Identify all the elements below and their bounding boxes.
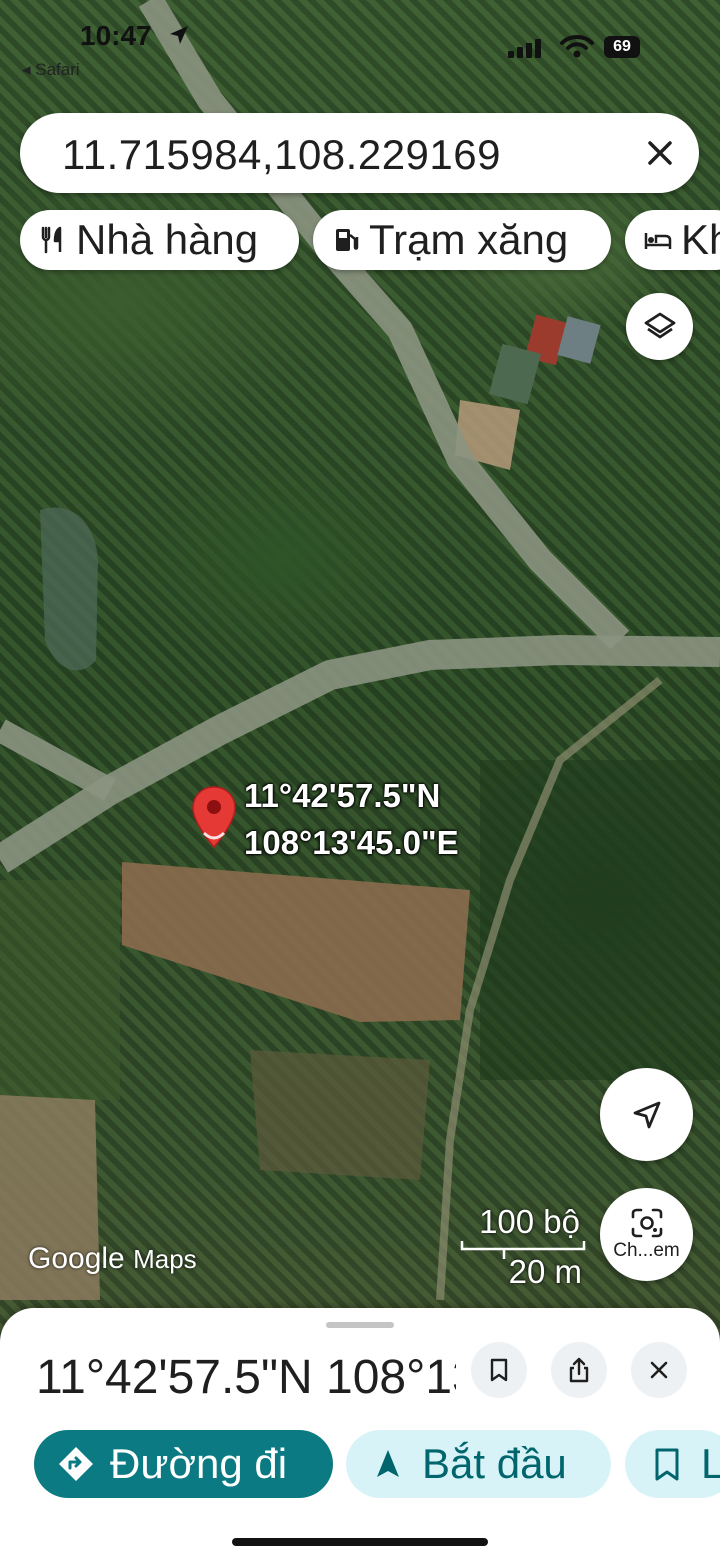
home-indicator[interactable] bbox=[232, 1538, 488, 1546]
fork-knife-icon bbox=[41, 226, 62, 254]
chip-restaurants[interactable]: Nhà hàng bbox=[20, 210, 299, 270]
close-icon bbox=[650, 1361, 668, 1379]
save-place-button[interactable]: Lưu bbox=[625, 1430, 720, 1498]
battery-indicator: 69 bbox=[604, 36, 640, 58]
drag-handle[interactable] bbox=[326, 1322, 394, 1328]
chip-gas-stations[interactable]: Trạm xăng bbox=[313, 210, 611, 270]
search-input[interactable]: 11.715984,108.229169 bbox=[62, 131, 501, 179]
directions-button[interactable]: Đường đi bbox=[34, 1430, 333, 1498]
bed-icon bbox=[644, 233, 672, 249]
directions-icon bbox=[59, 1447, 93, 1481]
camera-search-icon bbox=[631, 1208, 662, 1237]
my-location-button[interactable] bbox=[600, 1068, 693, 1161]
close-sheet-button[interactable] bbox=[631, 1342, 687, 1398]
search-bar[interactable]: 11.715984,108.229169 bbox=[20, 113, 699, 193]
chip-label: Khách sạn bbox=[681, 216, 720, 263]
pin-coordinates-label: 11°42'57.5"N 108°13'45.0"E bbox=[244, 772, 459, 866]
layers-button[interactable] bbox=[626, 293, 693, 360]
scale-imperial: 100 bộ bbox=[479, 1203, 580, 1240]
watermark-google: Google bbox=[28, 1242, 125, 1275]
close-icon[interactable] bbox=[640, 133, 680, 173]
share-button[interactable] bbox=[551, 1342, 607, 1398]
chip-hotels[interactable]: Khách sạn bbox=[625, 210, 720, 270]
save-icon-button[interactable] bbox=[471, 1342, 527, 1398]
chip-label: Nhà hàng bbox=[76, 216, 259, 263]
start-navigation-button[interactable]: Bắt đầu bbox=[346, 1430, 611, 1498]
scale-metric: 20 m bbox=[508, 1253, 582, 1290]
back-to-safari-link[interactable]: ◂ Safari bbox=[22, 60, 80, 80]
start-label: Bắt đầu bbox=[422, 1440, 567, 1487]
chip-label: Trạm xăng bbox=[369, 216, 569, 263]
map-scale: 100 bộ 20 m bbox=[460, 1203, 590, 1291]
cellular-signal-icon bbox=[508, 39, 541, 58]
place-bottom-sheet[interactable]: 11°42'57.5"N 108°13'45.0"E Đường đi Bắt … bbox=[0, 1308, 720, 1560]
bookmark-icon bbox=[655, 1448, 679, 1481]
google-maps-watermark: Google Maps bbox=[28, 1242, 197, 1276]
lens-label: Ch...em bbox=[613, 1239, 680, 1261]
share-icon bbox=[569, 1357, 589, 1383]
lens-button[interactable]: Ch...em bbox=[600, 1188, 693, 1281]
bookmark-icon bbox=[490, 1358, 508, 1382]
pin-longitude: 108°13'45.0"E bbox=[244, 824, 459, 861]
pin-latitude: 11°42'57.5"N bbox=[244, 777, 441, 814]
save-label: Lưu bbox=[701, 1440, 720, 1487]
wifi-icon bbox=[560, 35, 594, 58]
navigation-arrow-icon bbox=[633, 1101, 660, 1128]
gas-pump-icon bbox=[336, 229, 359, 251]
status-bar: 10:47 ◂ Safari 69 bbox=[0, 0, 720, 90]
directions-label: Đường đi bbox=[110, 1440, 288, 1487]
layers-icon bbox=[644, 312, 675, 338]
location-arrow-icon bbox=[170, 26, 188, 44]
map-pin-icon[interactable] bbox=[190, 785, 238, 851]
place-title: 11°42'57.5"N 108°13'45.0"E bbox=[36, 1351, 456, 1404]
navigation-start-icon bbox=[377, 1450, 399, 1477]
watermark-maps: Maps bbox=[133, 1244, 197, 1274]
status-time: 10:47 bbox=[80, 20, 152, 51]
